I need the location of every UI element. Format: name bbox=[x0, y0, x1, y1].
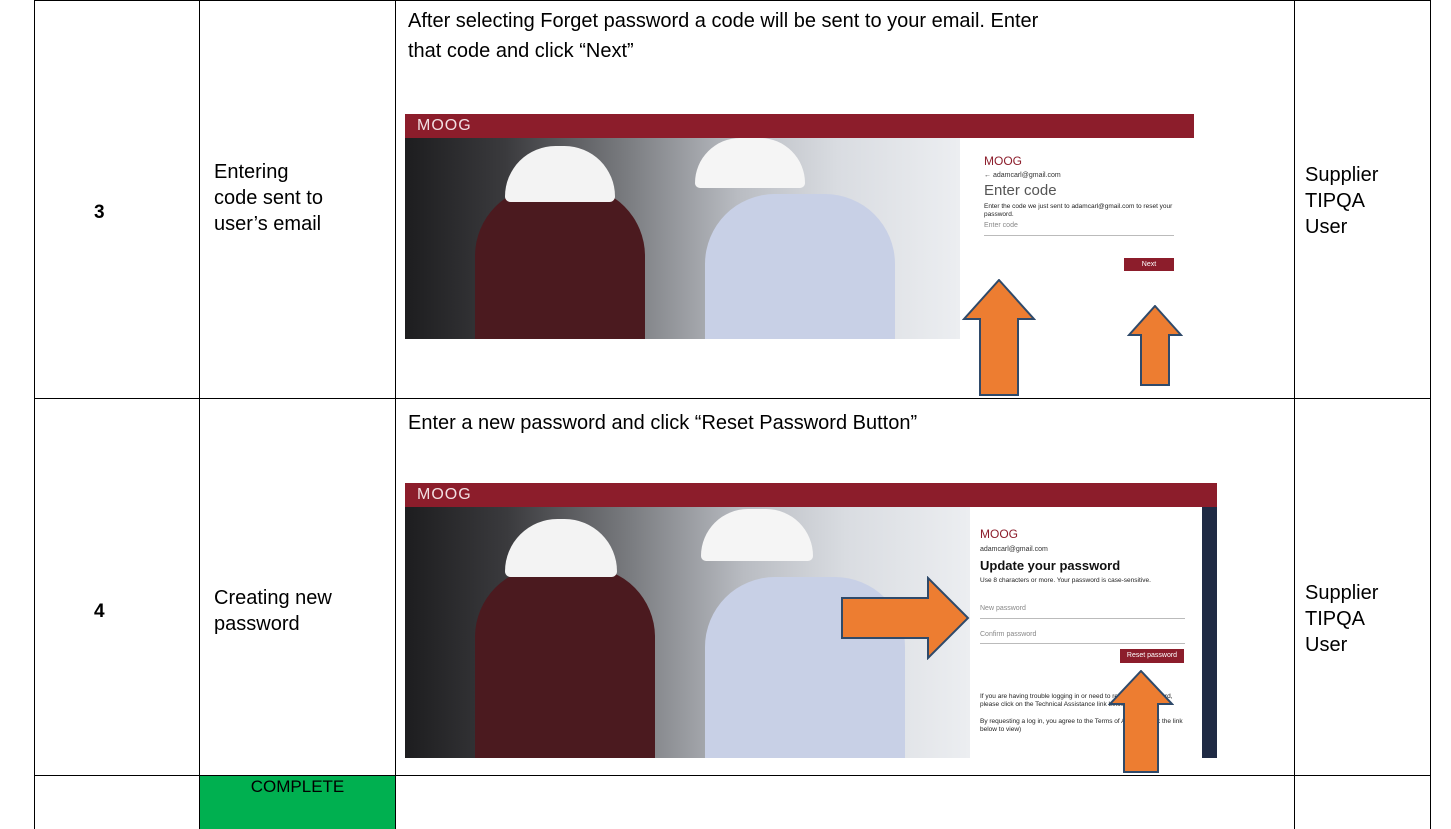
role-line: TIPQA bbox=[1305, 608, 1366, 630]
instruction-line: that code and click “Next” bbox=[408, 40, 634, 62]
moog-logo: MOOG bbox=[417, 117, 472, 134]
step-title-line: password bbox=[214, 613, 300, 635]
screenshot-enter-code: MOOG MOOG ← adamcarl@gmail.com Enter cod… bbox=[405, 114, 1194, 339]
new-password-underline bbox=[980, 618, 1185, 619]
status-badge: COMPLETE bbox=[200, 776, 395, 829]
step-title-line: Creating new bbox=[214, 587, 332, 609]
code-input-underline bbox=[984, 235, 1174, 236]
step-title-line: Entering bbox=[214, 161, 289, 183]
col-border-left bbox=[34, 0, 35, 829]
engineers-photo bbox=[405, 138, 960, 339]
arrow-right-icon bbox=[841, 576, 970, 660]
panel-logo: MOOG bbox=[980, 527, 1018, 541]
panel-description: Enter the code we just sent to adamcarl@… bbox=[984, 203, 1173, 218]
col-border-2 bbox=[395, 0, 396, 829]
step-title: Creating new password bbox=[214, 585, 389, 637]
brand-bar: MOOG bbox=[405, 114, 1194, 138]
col-border-1 bbox=[199, 0, 200, 829]
photo-hardhat-left bbox=[505, 146, 615, 202]
step-title-line: code sent to bbox=[214, 187, 323, 209]
photo-hardhat-right bbox=[695, 138, 805, 188]
panel-heading: Enter code bbox=[984, 182, 1057, 199]
col-border-right bbox=[1430, 0, 1431, 829]
role-cell: Supplier TIPQA User bbox=[1305, 580, 1425, 658]
moog-logo: MOOG bbox=[417, 486, 472, 503]
reset-password-button[interactable]: Reset password bbox=[1120, 649, 1184, 663]
col-border-3 bbox=[1294, 0, 1295, 829]
step-number: 3 bbox=[94, 202, 105, 223]
brand-bar: MOOG bbox=[405, 483, 1217, 507]
step-title-line: user’s email bbox=[214, 213, 322, 235]
photo-hardhat-right bbox=[701, 509, 813, 561]
instruction-line: After selecting Forget password a code w… bbox=[408, 10, 1039, 32]
screenshot-update-password: MOOG MOOG adamcarl@gmail.com Update your… bbox=[405, 483, 1217, 758]
arrow-up-icon bbox=[962, 279, 1036, 396]
step-instruction: Enter a new password and click “Reset Pa… bbox=[408, 408, 1288, 438]
email-back-link[interactable]: ← adamcarl@gmail.com bbox=[984, 172, 1061, 179]
arrow-up-icon bbox=[1127, 305, 1183, 386]
account-email: adamcarl@gmail.com bbox=[980, 546, 1048, 553]
role-line: Supplier bbox=[1305, 164, 1379, 186]
table-top-border bbox=[34, 0, 1431, 1]
photo-figure-right bbox=[705, 194, 895, 339]
confirm-password-underline bbox=[980, 643, 1185, 644]
panel-logo: MOOG bbox=[984, 154, 1022, 168]
role-line: User bbox=[1305, 216, 1348, 238]
role-line: User bbox=[1305, 634, 1348, 656]
next-button[interactable]: Next bbox=[1124, 258, 1174, 271]
step-number: 4 bbox=[94, 601, 105, 622]
role-line: Supplier bbox=[1305, 582, 1379, 604]
photo-figure-left bbox=[475, 186, 645, 339]
panel-heading: Update your password bbox=[980, 558, 1121, 573]
step-title: Entering code sent to user’s email bbox=[214, 159, 389, 237]
photo-figure-left bbox=[475, 567, 655, 758]
code-input[interactable]: Enter code bbox=[984, 222, 1018, 229]
row-divider-3-4 bbox=[34, 398, 1431, 399]
arrow-up-icon bbox=[1108, 670, 1174, 773]
instruction-line: Enter a new password and click “Reset Pa… bbox=[408, 412, 918, 434]
role-line: TIPQA bbox=[1305, 190, 1366, 212]
role-cell: Supplier TIPQA User bbox=[1305, 162, 1425, 240]
new-password-input[interactable]: New password bbox=[980, 605, 1026, 612]
photo-hardhat-left bbox=[505, 519, 617, 577]
confirm-password-input[interactable]: Confirm password bbox=[980, 631, 1036, 638]
panel-description: Use 8 characters or more. Your password … bbox=[980, 577, 1151, 584]
panel-edge-strip bbox=[1202, 507, 1217, 758]
step-instruction: After selecting Forget password a code w… bbox=[408, 6, 1288, 66]
